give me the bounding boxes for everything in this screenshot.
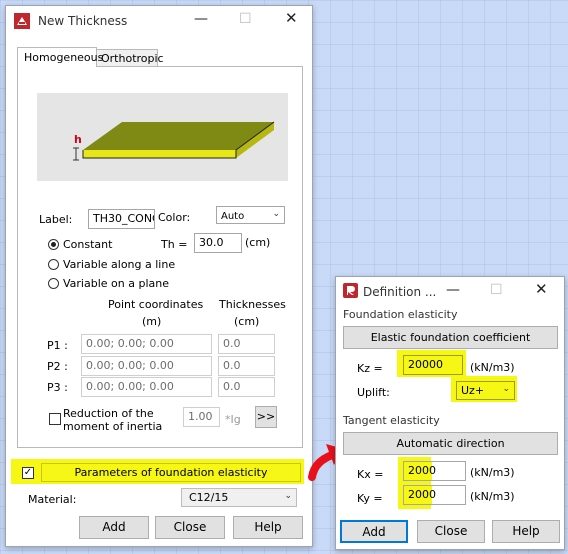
point-label: P1 : bbox=[47, 339, 68, 352]
point-thickness-input[interactable]: 0.0 bbox=[218, 356, 275, 376]
kx-unit: (kN/m3) bbox=[470, 466, 515, 479]
point-coords-unit: (m) bbox=[142, 315, 162, 328]
close-icon[interactable]: ✕ bbox=[535, 282, 548, 297]
radio-variable-plane-label: Variable on a plane bbox=[63, 277, 169, 290]
point-coords-header: Point coordinates bbox=[108, 298, 204, 311]
add-button[interactable]: Add bbox=[340, 520, 408, 543]
new-thickness-window: New Thickness — ☐ ✕ Homogeneous Orthotro… bbox=[5, 5, 313, 547]
maximize-icon[interactable]: ☐ bbox=[490, 283, 503, 297]
foundation-checkbox[interactable]: ✓ bbox=[22, 467, 34, 479]
app-icon bbox=[14, 13, 30, 29]
ky-unit: (kN/m3) bbox=[470, 490, 515, 503]
point-thickness-input[interactable]: 0.0 bbox=[218, 334, 275, 354]
close-button[interactable]: Close bbox=[417, 520, 485, 543]
reduction-label-line1: Reduction of the bbox=[63, 407, 154, 420]
foundation-elasticity-button[interactable]: Parameters of foundation elasticity bbox=[41, 463, 301, 482]
reduction-checkbox[interactable] bbox=[49, 413, 61, 425]
tangent-elasticity-group: Tangent elasticity bbox=[343, 414, 440, 427]
help-button[interactable]: Help bbox=[492, 520, 560, 543]
th-caption: Th = bbox=[161, 238, 188, 251]
ky-input[interactable]: 2000 bbox=[403, 485, 466, 505]
minimize-icon[interactable]: — bbox=[446, 283, 460, 297]
uplift-label: Uplift: bbox=[357, 386, 390, 399]
chevron-down-icon: ⌄ bbox=[284, 491, 292, 501]
material-select[interactable]: C12/15 ⌄ bbox=[181, 488, 297, 507]
elastic-foundation-coefficient-button[interactable]: Elastic foundation coefficient bbox=[343, 326, 558, 349]
radio-variable-line[interactable] bbox=[48, 259, 59, 270]
close-button[interactable]: Close bbox=[155, 516, 225, 539]
slab-illustration: h bbox=[37, 93, 288, 181]
help-button[interactable]: Help bbox=[233, 516, 303, 539]
chevron-down-icon: ⌄ bbox=[272, 209, 280, 219]
kz-unit: (kN/m3) bbox=[470, 361, 515, 374]
color-select-value: Auto bbox=[221, 211, 245, 222]
title-bar: New Thickness — ☐ ✕ bbox=[6, 6, 312, 34]
radio-variable-plane[interactable] bbox=[48, 278, 59, 289]
tab-orthotropic[interactable]: Orthotropic bbox=[96, 49, 164, 66]
color-caption: Color: bbox=[158, 211, 191, 224]
reduction-unit: *Ig bbox=[225, 413, 241, 426]
point-coords-input[interactable]: 0.00; 0.00; 0.00 bbox=[81, 334, 212, 354]
material-caption: Material: bbox=[28, 493, 77, 506]
thickness-h-label: h bbox=[74, 133, 82, 146]
more-button[interactable]: >> bbox=[255, 406, 277, 428]
reduction-input[interactable]: 1.00 bbox=[183, 407, 220, 427]
color-select[interactable]: Auto ⌄ bbox=[216, 206, 285, 224]
th-input[interactable]: 30.0 bbox=[194, 233, 242, 253]
thicknesses-unit: (cm) bbox=[234, 315, 260, 328]
uplift-select[interactable]: Uz+ ⌄ bbox=[456, 381, 515, 400]
radio-variable-line-label: Variable along a line bbox=[63, 258, 176, 271]
app-icon bbox=[343, 283, 358, 298]
ky-label: Ky = bbox=[357, 492, 383, 505]
kx-input[interactable]: 2000 bbox=[403, 461, 466, 481]
automatic-direction-button[interactable]: Automatic direction bbox=[343, 432, 558, 455]
foundation-elasticity-group: Foundation elasticity bbox=[343, 308, 458, 321]
kz-input[interactable]: 20000 bbox=[403, 355, 463, 375]
window-title: Definition ... bbox=[363, 285, 437, 299]
kx-label: Kx = bbox=[357, 468, 384, 481]
add-button[interactable]: Add bbox=[79, 516, 149, 539]
point-coords-input[interactable]: 0.00; 0.00; 0.00 bbox=[81, 377, 212, 397]
material-select-value: C12/15 bbox=[189, 491, 229, 504]
point-label: P3 : bbox=[47, 381, 68, 394]
th-unit: (cm) bbox=[245, 236, 271, 249]
radio-constant-label: Constant bbox=[63, 238, 113, 251]
tab-homogeneous[interactable]: Homogeneous bbox=[17, 47, 103, 67]
definition-window: Definition ... — ☐ ✕ Foundation elastici… bbox=[335, 276, 565, 550]
reduction-label-line2: moment of inertia bbox=[63, 420, 163, 433]
chevron-down-icon: ⌄ bbox=[502, 384, 510, 394]
window-title: New Thickness bbox=[38, 14, 128, 28]
thicknesses-header: Thicknesses bbox=[219, 298, 286, 311]
close-icon[interactable]: ✕ bbox=[285, 11, 298, 26]
point-label: P2 : bbox=[47, 360, 68, 373]
label-caption: Label: bbox=[39, 213, 73, 226]
tab-homogeneous-label: Homogeneous bbox=[24, 51, 104, 64]
point-thickness-input[interactable]: 0.0 bbox=[218, 377, 275, 397]
label-input[interactable]: TH30_CONC bbox=[88, 209, 155, 229]
title-bar: Definition ... — ☐ ✕ bbox=[336, 277, 564, 303]
uplift-select-value: Uz+ bbox=[461, 384, 485, 397]
kz-label: Kz = bbox=[357, 362, 383, 375]
radio-constant[interactable] bbox=[48, 239, 59, 250]
tab-orthotropic-label: Orthotropic bbox=[101, 52, 164, 65]
point-coords-input[interactable]: 0.00; 0.00; 0.00 bbox=[81, 356, 212, 376]
minimize-icon[interactable]: — bbox=[194, 12, 208, 26]
maximize-icon[interactable]: ☐ bbox=[239, 12, 252, 26]
